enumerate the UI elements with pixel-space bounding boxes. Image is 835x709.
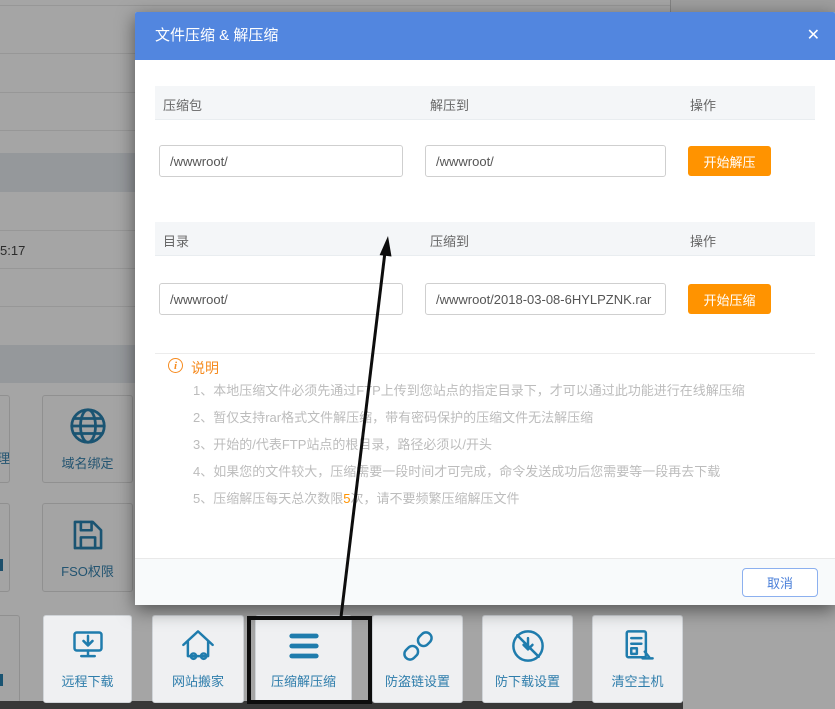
tile-clear-host[interactable]: 清空主机 [592, 615, 683, 703]
column-header-extract-to: 解压到 [430, 95, 469, 114]
tile-label: 远程下载 [61, 671, 113, 690]
tile-label: 防盗链设置 [385, 671, 450, 690]
column-header-compress-to: 压缩到 [430, 231, 469, 250]
broken-link-icon [400, 628, 436, 664]
modal-header: 文件压缩 & 解压缩 ✕ [135, 12, 835, 60]
notes-heading: 说明 [191, 358, 219, 378]
tile-label: 防下载设置 [495, 671, 560, 690]
modal-footer: 取消 [135, 558, 835, 605]
screen: 5:17 理 域名绑定 FSO权限 [0, 0, 835, 709]
note-item-1: 1、本地压缩文件必须先通过FTP上传到您站点的指定目录下，才可以通过此功能进行在… [193, 384, 813, 398]
close-icon[interactable]: ✕ [807, 26, 820, 46]
note-item-3: 3、开始的/代表FTP站点的根目录，路径必须以/开头 [193, 438, 813, 452]
modal-title: 文件压缩 & 解压缩 [155, 12, 278, 60]
tile-remote-download[interactable]: 远程下载 [43, 615, 132, 703]
house-move-icon [180, 628, 216, 664]
tile-label: 网站搬家 [172, 671, 224, 690]
info-icon: i [168, 358, 183, 373]
column-header-package: 压缩包 [163, 95, 202, 114]
highlight-rectangle [247, 616, 372, 704]
no-download-icon [510, 628, 546, 664]
start-compress-button[interactable]: 开始压缩 [688, 284, 771, 314]
compress-dir-input[interactable] [159, 283, 403, 315]
note-item-5: 5、压缩解压每天总次数限5次，请不要频繁压缩解压文件 [193, 492, 813, 506]
tile-download-protection[interactable]: 防下载设置 [482, 615, 573, 703]
start-decompress-button[interactable]: 开始解压 [688, 146, 771, 176]
tile-site-move[interactable]: 网站搬家 [152, 615, 244, 703]
column-header-action: 操作 [690, 95, 716, 114]
notes-list: 1、本地压缩文件必须先通过FTP上传到您站点的指定目录下，才可以通过此功能进行在… [193, 384, 813, 519]
decompress-target-input[interactable] [425, 145, 666, 177]
note-item-2: 2、暂仅支持rar格式文件解压缩，带有密码保护的压缩文件无法解压缩 [193, 411, 813, 425]
tile-hotlink-protection[interactable]: 防盗链设置 [372, 615, 463, 703]
clear-host-icon [620, 628, 656, 664]
compress-header-row: 目录 压缩到 操作 [155, 222, 815, 256]
decompress-package-input[interactable] [159, 145, 403, 177]
column-header-action: 操作 [690, 231, 716, 250]
notes-divider [155, 353, 815, 354]
compression-modal: 文件压缩 & 解压缩 ✕ 压缩包 解压到 操作 开始解压 目录 压缩到 操作 开… [135, 12, 835, 605]
compress-target-input[interactable] [425, 283, 666, 315]
note-item-4: 4、如果您的文件较大，压缩需要一段时间才可完成，命令发送成功后您需要等一段再去下… [193, 465, 813, 479]
column-header-directory: 目录 [163, 231, 189, 250]
tile-label: 清空主机 [611, 671, 663, 690]
monitor-download-icon [70, 628, 106, 664]
cancel-button[interactable]: 取消 [742, 568, 818, 597]
decompress-header-row: 压缩包 解压到 操作 [155, 86, 815, 120]
